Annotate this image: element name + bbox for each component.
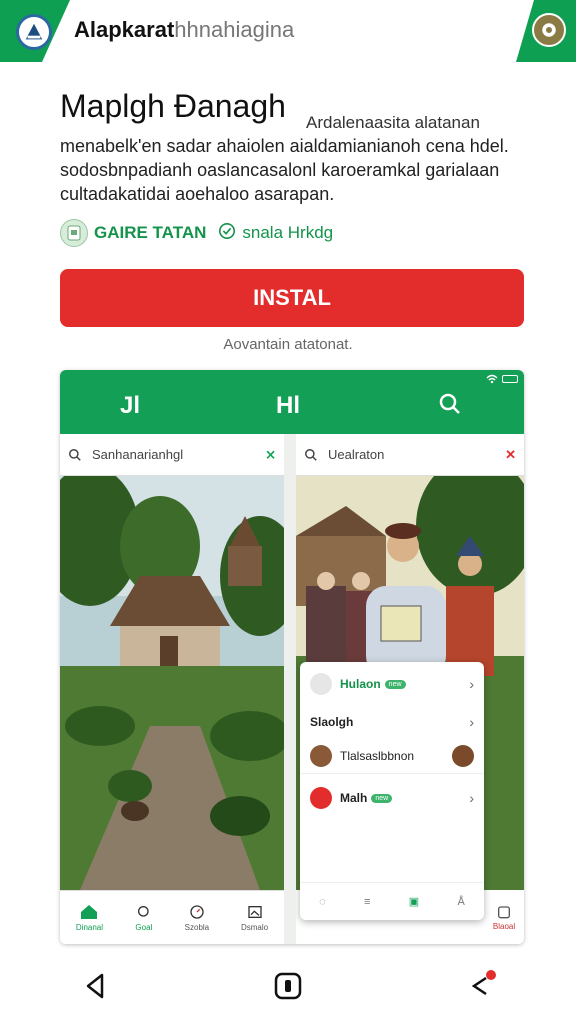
ghost-icon bbox=[310, 673, 332, 695]
preview-popup-card: Hulaon new › Slaolgh › Tlalsaslbbnon Mal… bbox=[300, 662, 484, 920]
search-icon bbox=[305, 448, 317, 461]
preview-bottom-nav-left: Dinanal Goal Szobla Dsmalo bbox=[60, 890, 284, 944]
preview-search-bar-left: Sanhanarianhgl ⨯ bbox=[60, 434, 284, 476]
preview-header: Jl Hl bbox=[60, 370, 524, 434]
notification-dot bbox=[486, 970, 496, 980]
preview-bottom-nav-right: Blaoal bbox=[484, 890, 524, 944]
search-icon bbox=[69, 448, 81, 461]
app-name-bold: Alapkarat bbox=[74, 17, 175, 42]
system-nav-bar bbox=[0, 955, 576, 1017]
developer-name[interactable]: GAIRE TATAN bbox=[94, 223, 206, 243]
red-badge-icon bbox=[310, 787, 332, 809]
install-button[interactable]: INSTAL bbox=[60, 269, 524, 327]
preview-nav-home: Hl bbox=[276, 392, 300, 419]
bottom-nav-bag: Blaoal bbox=[493, 903, 515, 931]
tag-icon: ▣ bbox=[408, 896, 420, 908]
preview-left-panel: Sanhanarianhgl ⨯ Dinanal Goal Szobla Dsm… bbox=[60, 434, 284, 944]
status-icons bbox=[486, 374, 518, 384]
recents-icon[interactable] bbox=[450, 956, 510, 1016]
card-row: Tlalsaslbbnon bbox=[300, 738, 484, 774]
app-screenshot-preview[interactable]: Jl Hl Sanhanarianhgl ⨯ Dinanal Goal Szob… bbox=[60, 370, 524, 944]
preview-nav-menu: Jl bbox=[120, 392, 141, 419]
preview-search-text-left: Sanhanarianhgl bbox=[92, 447, 184, 462]
app-logo-icon[interactable] bbox=[16, 14, 52, 50]
bottom-nav-gallery: Dsmalo bbox=[241, 904, 268, 932]
thumbnail-icon bbox=[310, 744, 332, 767]
garden-photo bbox=[60, 476, 284, 890]
user-icon: Å bbox=[457, 895, 465, 908]
app-description: menabelk'en sadar ahaiolen aialdamianian… bbox=[60, 136, 509, 204]
preview-search-bar-right: Uealraton ✕ bbox=[296, 434, 524, 476]
refresh-icon: ◌ bbox=[319, 895, 326, 908]
battery-icon bbox=[502, 375, 518, 383]
profile-avatar-icon[interactable] bbox=[532, 13, 566, 47]
preview-search-text-right: Uealraton bbox=[328, 447, 385, 462]
app-name-rest: hhnahiagina bbox=[174, 17, 295, 42]
install-subtext: Aovantain atatonat. bbox=[223, 336, 353, 353]
avatar bbox=[452, 744, 474, 767]
preview-right-panel: Uealraton ✕ Hulaon new › Slaolgh › Tlals… bbox=[296, 434, 524, 944]
page-title: Maplgh Đanagh bbox=[60, 88, 286, 124]
card-row: Hulaon new › bbox=[300, 670, 484, 698]
bottom-nav-home: Dinanal bbox=[76, 904, 103, 932]
card-bottom-nav: ◌ ≡ ▣ Å bbox=[300, 882, 484, 920]
category-tag[interactable]: snala Hrkdg bbox=[242, 223, 333, 243]
bottom-nav-explore: Szobla bbox=[185, 904, 209, 932]
preview-search-icon bbox=[438, 392, 462, 423]
card-row: Malh new › bbox=[300, 780, 484, 816]
bottom-nav-search: Goal bbox=[135, 904, 153, 932]
developer-meta: GAIRE TATAN snala Hrkdg bbox=[60, 218, 333, 248]
app-name: Alapkarathhnahiagina bbox=[74, 17, 294, 43]
verified-icon bbox=[218, 222, 236, 245]
home-icon[interactable] bbox=[258, 956, 318, 1016]
list-icon: ≡ bbox=[364, 895, 371, 908]
card-row: Slaolgh › bbox=[310, 714, 474, 730]
side-note: Ardalenaasita alatanan bbox=[306, 113, 480, 132]
back-icon[interactable] bbox=[66, 956, 126, 1016]
filter-icon: ⨯ bbox=[265, 446, 276, 462]
developer-icon bbox=[60, 219, 88, 247]
top-app-bar: Alapkarathhnahiagina bbox=[0, 0, 576, 62]
close-icon: ✕ bbox=[505, 446, 516, 462]
